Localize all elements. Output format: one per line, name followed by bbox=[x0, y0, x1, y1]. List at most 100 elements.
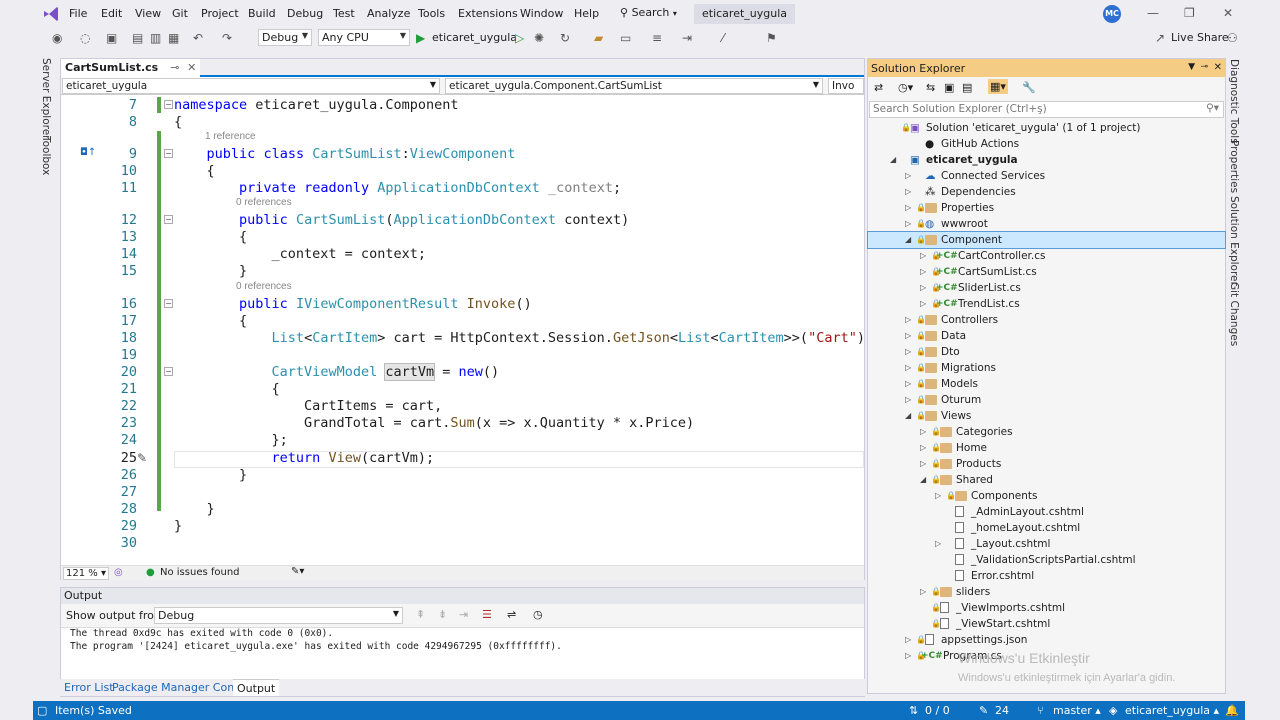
changes-count[interactable]: 0 / 0 bbox=[925, 704, 950, 717]
tree-item[interactable]: _homeLayout.cshtml bbox=[868, 520, 1225, 536]
start-without-debug-icon[interactable]: ▷ bbox=[515, 31, 524, 45]
tree-item[interactable]: Error.cshtml bbox=[868, 568, 1225, 584]
tree-item[interactable]: ▷ 🔒 Migrations bbox=[868, 360, 1225, 376]
find-prev-icon[interactable]: ⇞ bbox=[416, 608, 425, 621]
collapsed-arrow-icon[interactable]: ▷ bbox=[920, 296, 928, 312]
tree-item[interactable]: _ValidationScriptsPartial.cshtml bbox=[868, 552, 1225, 568]
properties-tab[interactable]: Properties bbox=[1228, 140, 1240, 193]
sync-icon[interactable]: ⇄ bbox=[874, 81, 883, 94]
tree-item[interactable]: ▷ 🔒 Home bbox=[868, 440, 1225, 456]
clear-all-icon[interactable]: ☰ bbox=[482, 608, 492, 621]
new-project-icon[interactable]: ▣ bbox=[106, 31, 117, 45]
zoom-select[interactable]: 121 % ▾ bbox=[63, 567, 109, 580]
tree-item[interactable]: ◢ 🔒 Views bbox=[868, 408, 1225, 424]
menu-tools[interactable]: Tools bbox=[418, 7, 445, 20]
tree-item[interactable]: ▷ 🔒 Components bbox=[868, 488, 1225, 504]
pin-icon[interactable]: ⊸ bbox=[170, 61, 179, 74]
indent-icon[interactable]: ⇥ bbox=[682, 31, 692, 45]
collapsed-arrow-icon[interactable]: ▷ bbox=[905, 216, 913, 232]
collapsed-arrow-icon[interactable]: ▷ bbox=[905, 328, 913, 344]
menu-view[interactable]: View bbox=[135, 7, 161, 20]
show-output-select[interactable]: Debug ▼ bbox=[154, 607, 403, 624]
close-tab-icon[interactable]: ✕ bbox=[187, 61, 196, 74]
history-icon[interactable]: ◷▾ bbox=[898, 81, 913, 94]
tree-item[interactable]: ▷ 🔒 Properties bbox=[868, 200, 1225, 216]
open-icon[interactable]: ▤ bbox=[132, 31, 143, 45]
collapsed-arrow-icon[interactable]: ▷ bbox=[905, 344, 913, 360]
cleanup-icon[interactable]: ✎▾ bbox=[291, 566, 304, 577]
tree-item[interactable]: ▷ 🔒 Models bbox=[868, 376, 1225, 392]
fold-toggle[interactable]: − bbox=[164, 100, 173, 109]
back-icon[interactable]: ◉ bbox=[52, 31, 62, 45]
tree-item[interactable]: ▷ 🔒 Data bbox=[868, 328, 1225, 344]
close-icon[interactable]: ✕ bbox=[1223, 6, 1233, 20]
menu-test[interactable]: Test bbox=[333, 7, 355, 20]
tree-item[interactable]: ▷ 🔒 Controllers bbox=[868, 312, 1225, 328]
tree-item[interactable]: ▷ 🔒 +C# CartSumList.cs bbox=[868, 264, 1225, 280]
pin-icon[interactable]: ⊸ bbox=[1200, 62, 1208, 72]
collapsed-arrow-icon[interactable]: ▷ bbox=[935, 536, 943, 552]
format-icon[interactable]: ≡ bbox=[652, 31, 662, 45]
collapsed-arrow-icon[interactable]: ▷ bbox=[905, 360, 913, 376]
maximize-icon[interactable]: ❐ bbox=[1184, 6, 1195, 20]
tree-item[interactable]: ▷ 🔒 +C# TrendList.cs bbox=[868, 296, 1225, 312]
collapsed-arrow-icon[interactable]: ▷ bbox=[905, 632, 913, 648]
tree-item[interactable]: _AdminLayout.cshtml bbox=[868, 504, 1225, 520]
tree-item[interactable]: ▷ 🔒 appsettings.json bbox=[868, 632, 1225, 648]
fold-toggle[interactable]: − bbox=[164, 367, 173, 376]
tree-item[interactable]: ▷ 🔒 Categories bbox=[868, 424, 1225, 440]
menu-edit[interactable]: Edit bbox=[101, 7, 122, 20]
chevron-down-icon[interactable]: ▼ bbox=[1188, 62, 1195, 72]
save-all-icon[interactable]: ▦ bbox=[168, 31, 179, 45]
codelens-references[interactable]: 0 references bbox=[236, 281, 292, 292]
tree-item[interactable]: ● GitHub Actions bbox=[868, 136, 1225, 152]
brush-icon[interactable]: ✎ bbox=[137, 451, 147, 465]
git-changes-tab[interactable]: Git Changes bbox=[1228, 282, 1240, 346]
tree-item[interactable]: 🔒 _ViewImports.cshtml bbox=[868, 600, 1225, 616]
menu-git[interactable]: Git bbox=[172, 7, 188, 20]
show-all-files-icon[interactable]: ▦▾ bbox=[988, 79, 1008, 94]
tree-item[interactable]: ▷ 🔒 ◍ wwwroot bbox=[868, 216, 1225, 232]
solution-search-input[interactable]: Search Solution Explorer (Ctrl+ş) ⚲▾ bbox=[869, 101, 1224, 118]
tree-item[interactable]: ▷ 🔒 Oturum bbox=[868, 392, 1225, 408]
menu-help[interactable]: Help bbox=[574, 7, 599, 20]
tab-output[interactable]: Output bbox=[233, 679, 280, 696]
folder-icon[interactable]: ▰ bbox=[594, 31, 603, 45]
tree-item[interactable]: ◢ 🔒 Component bbox=[867, 231, 1226, 249]
menu-window[interactable]: Window bbox=[520, 7, 563, 20]
edits-count[interactable]: 24 bbox=[995, 704, 1009, 717]
project-nav-select[interactable]: eticaret_uygula ▼ bbox=[62, 78, 440, 94]
tree-item[interactable]: ▷ 🔒 Dto bbox=[868, 344, 1225, 360]
refresh-icon[interactable]: ↻ bbox=[560, 31, 570, 45]
pending-changes-icon[interactable]: ⇆ bbox=[926, 81, 935, 94]
tree-item[interactable]: ▷ ☁ Connected Services bbox=[868, 168, 1225, 184]
collapsed-arrow-icon[interactable]: ▷ bbox=[920, 280, 928, 296]
comment-icon[interactable]: ⁄ bbox=[722, 31, 724, 45]
tree-item[interactable]: ▷ 🔒 Products bbox=[868, 456, 1225, 472]
close-icon[interactable]: ✕ bbox=[1214, 62, 1222, 73]
attach-icon[interactable]: ✺ bbox=[534, 31, 544, 45]
collapsed-arrow-icon[interactable]: ▷ bbox=[920, 584, 928, 600]
feedback-icon[interactable]: ⚇ bbox=[1227, 31, 1238, 45]
minimize-icon[interactable]: — bbox=[1147, 6, 1159, 20]
refresh-icon[interactable]: ▣ bbox=[944, 81, 954, 94]
type-nav-select[interactable]: eticaret_uygula.Component.CartSumList ▼ bbox=[445, 78, 823, 94]
goto-icon[interactable]: ⇥ bbox=[459, 608, 468, 621]
member-nav-select[interactable]: Invo bbox=[828, 78, 864, 94]
menu-build[interactable]: Build bbox=[248, 7, 276, 20]
search-box[interactable]: ⚲ Search ▾ bbox=[620, 6, 677, 19]
collapsed-arrow-icon[interactable]: ▷ bbox=[920, 424, 928, 440]
code-area[interactable]: − − − − − ◘↑ ✎ 7 8 9 10 11 12 13 14 15 1… bbox=[61, 95, 864, 565]
tree-item[interactable]: ◢ 🔒 Shared bbox=[868, 472, 1225, 488]
server-explorer-tab[interactable]: Server Explorer bbox=[40, 58, 52, 140]
menu-project[interactable]: Project bbox=[201, 7, 239, 20]
tree-item[interactable]: 🔒 _ViewStart.cshtml bbox=[868, 616, 1225, 632]
menu-extensions[interactable]: Extensions bbox=[458, 7, 518, 20]
menu-debug[interactable]: Debug bbox=[287, 7, 323, 20]
bookmark-icon[interactable]: ⚑ bbox=[766, 31, 777, 45]
tree-item[interactable]: 🔒 ▣ Solution 'eticaret_uygula' (1 of 1 pro… bbox=[868, 120, 1225, 136]
redo-icon[interactable]: ↷ bbox=[222, 31, 232, 45]
fold-toggle[interactable]: − bbox=[164, 149, 173, 158]
collapsed-arrow-icon[interactable]: ▷ bbox=[905, 312, 913, 328]
diagnostic-tools-tab[interactable]: Diagnostic Tools bbox=[1228, 59, 1240, 144]
